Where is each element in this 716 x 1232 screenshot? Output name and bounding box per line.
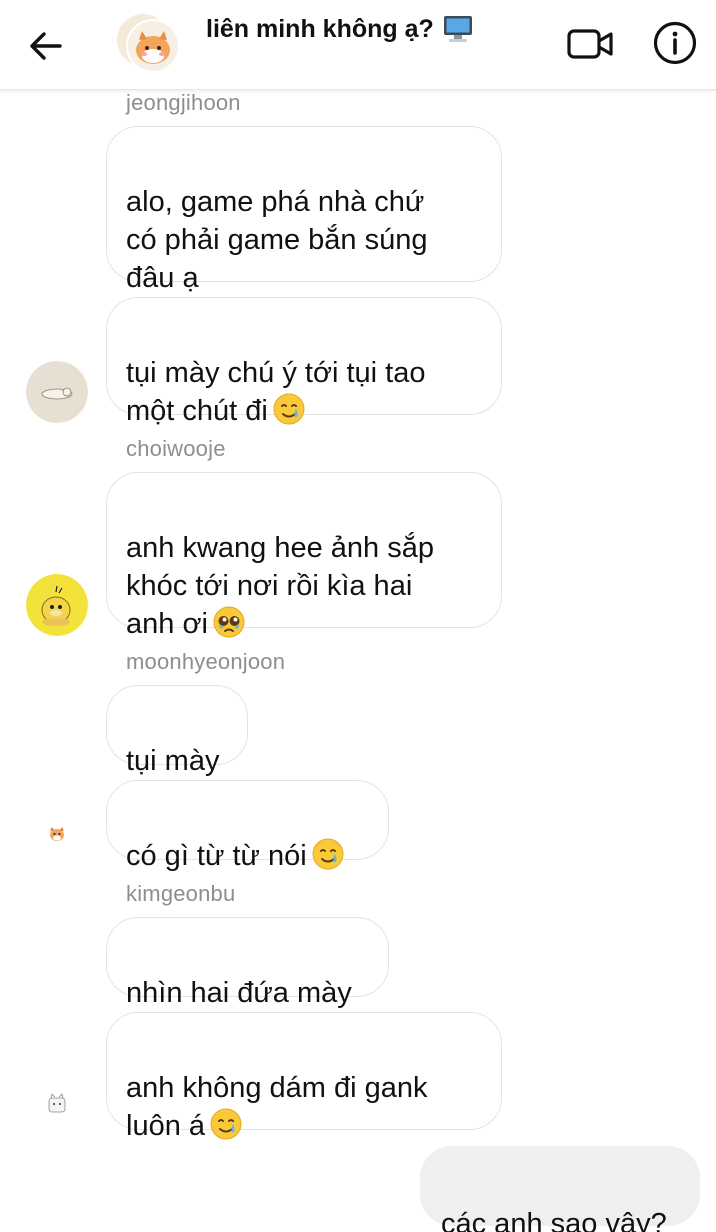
message-bubble[interactable]: tụi mày chú ý tới tụi tao một chút đi bbox=[106, 297, 502, 427]
smiling-face-with-tear-icon bbox=[273, 393, 305, 425]
message-bubble[interactable]: có gì từ từ nói bbox=[106, 780, 389, 872]
avatar[interactable] bbox=[26, 804, 88, 866]
chat-title: liên minh không ạ? bbox=[206, 14, 434, 43]
message-bubble[interactable]: anh kwang hee ảnh sắp khóc tới nơi rồi k… bbox=[106, 472, 502, 640]
chat-header: liên minh không ạ? bbox=[0, 0, 716, 90]
sender-name: jeongjihoon bbox=[126, 90, 241, 115]
message-bubble[interactable]: alo, game phá nhà chứ có phải game bắn s… bbox=[106, 126, 502, 294]
video-camera-icon[interactable] bbox=[566, 24, 614, 64]
message-bubble[interactable]: tụi mày bbox=[106, 685, 248, 777]
message-text: tụi mày bbox=[126, 745, 220, 777]
message-text: anh không dám đi gank luôn á bbox=[126, 1072, 428, 1142]
sender-name: moonhyeonjoon bbox=[126, 649, 286, 674]
avatar[interactable] bbox=[26, 1074, 88, 1136]
message-text: alo, game phá nhà chứ có phải game bắn s… bbox=[126, 186, 428, 294]
my-message-bubble[interactable]: các anh sao vậy? bbox=[420, 1146, 700, 1232]
sender-name: choiwooje bbox=[126, 436, 226, 461]
desktop-computer-icon bbox=[443, 16, 472, 42]
avatar[interactable] bbox=[26, 574, 88, 636]
info-icon[interactable] bbox=[652, 20, 698, 66]
message-bubble[interactable]: anh không dám đi gank luôn á bbox=[106, 1012, 502, 1142]
smiling-face-with-tear-icon bbox=[312, 838, 344, 870]
avatar[interactable] bbox=[26, 361, 88, 423]
message-text: các anh sao vậy? bbox=[441, 1208, 667, 1232]
pleading-face-icon bbox=[213, 606, 245, 638]
message-text: anh kwang hee ảnh sắp khóc tới nơi rồi k… bbox=[126, 532, 434, 640]
group-avatar[interactable] bbox=[115, 12, 181, 74]
message-text: nhìn hai đứa mày bbox=[126, 977, 352, 1009]
message-bubble[interactable]: nhìn hai đứa mày bbox=[106, 917, 389, 1009]
smiling-face-with-tear-icon bbox=[210, 1108, 242, 1140]
sender-name: kimgeonbu bbox=[126, 881, 236, 906]
chat-title-wrap[interactable]: liên minh không ạ? bbox=[206, 12, 474, 46]
message-text: có gì từ từ nói bbox=[126, 840, 307, 872]
back-arrow-icon[interactable] bbox=[24, 24, 68, 68]
